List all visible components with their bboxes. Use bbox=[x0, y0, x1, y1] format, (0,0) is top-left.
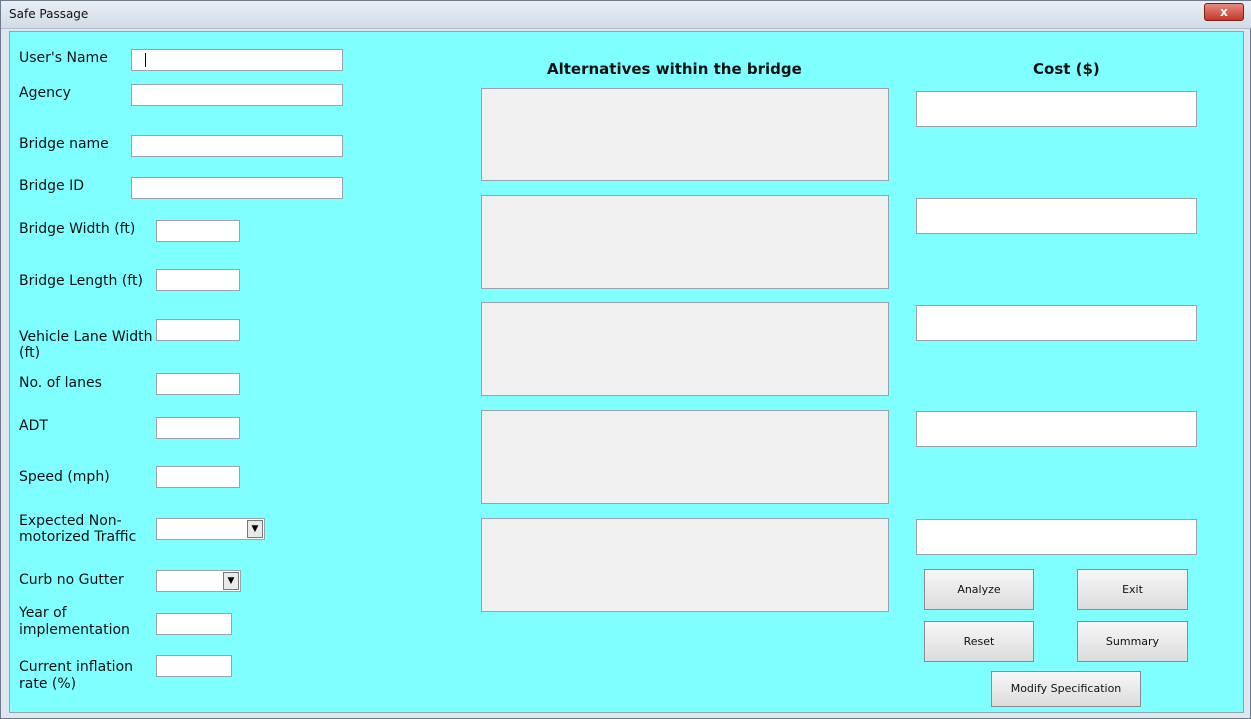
year-label-line2: implementation bbox=[19, 622, 130, 638]
dropdown-arrow-icon[interactable]: ▼ bbox=[247, 520, 263, 538]
safe-passage-window: Safe Passage x User's Name Agency Bridge… bbox=[0, 0, 1251, 719]
bridge-width-input[interactable] bbox=[156, 220, 240, 242]
cost-box-1[interactable] bbox=[916, 91, 1197, 127]
dropdown-arrow-icon[interactable]: ▼ bbox=[223, 572, 239, 590]
cost-heading: Cost ($) bbox=[1033, 60, 1100, 78]
alternative-box-1 bbox=[481, 88, 889, 181]
title-bar: Safe Passage x bbox=[1, 1, 1251, 29]
window-title: Safe Passage bbox=[9, 7, 89, 21]
modify-specification-button[interactable]: Modify Specification bbox=[991, 671, 1141, 707]
cost-box-4[interactable] bbox=[916, 411, 1197, 447]
cost-box-5[interactable] bbox=[916, 519, 1197, 555]
no-of-lanes-label: No. of lanes bbox=[19, 375, 102, 391]
vehicle-lane-width-label-line2: (ft) bbox=[19, 345, 41, 361]
form-panel: User's Name Agency Bridge name Bridge ID… bbox=[9, 31, 1244, 713]
alternative-box-5 bbox=[481, 518, 889, 612]
speed-input[interactable] bbox=[156, 466, 240, 488]
reset-button[interactable]: Reset bbox=[924, 621, 1034, 662]
summary-button[interactable]: Summary bbox=[1077, 621, 1188, 662]
inflation-input[interactable] bbox=[156, 655, 232, 677]
bridge-name-label: Bridge name bbox=[19, 136, 109, 152]
no-of-lanes-input[interactable] bbox=[156, 373, 240, 395]
alternative-box-4 bbox=[481, 410, 889, 504]
bridge-name-input[interactable] bbox=[131, 135, 343, 157]
alternative-box-2 bbox=[481, 195, 889, 289]
bridge-id-label: Bridge ID bbox=[19, 178, 84, 194]
bridge-length-label: Bridge Length (ft) bbox=[19, 273, 143, 289]
expected-traffic-select[interactable]: ▼ bbox=[156, 518, 265, 540]
users-name-input[interactable] bbox=[131, 49, 343, 71]
expected-traffic-label-line2: motorized Traffic bbox=[19, 529, 137, 545]
speed-label: Speed (mph) bbox=[19, 469, 110, 485]
inflation-label-line1: Current inflation bbox=[19, 659, 134, 675]
alternatives-heading: Alternatives within the bridge bbox=[547, 60, 802, 78]
inflation-label-line2: rate (%) bbox=[19, 676, 77, 692]
adt-input[interactable] bbox=[156, 417, 240, 439]
users-name-label: User's Name bbox=[19, 50, 108, 66]
agency-label: Agency bbox=[19, 85, 71, 101]
close-icon: x bbox=[1220, 5, 1228, 19]
analyze-button[interactable]: Analyze bbox=[924, 569, 1034, 610]
vehicle-lane-width-input[interactable] bbox=[156, 319, 240, 341]
cost-box-3[interactable] bbox=[916, 305, 1197, 341]
exit-button[interactable]: Exit bbox=[1077, 569, 1188, 610]
year-label-line1: Year of bbox=[19, 605, 67, 621]
curb-select[interactable]: ▼ bbox=[156, 570, 241, 592]
expected-traffic-label-line1: Expected Non- bbox=[19, 513, 122, 529]
year-input[interactable] bbox=[156, 613, 232, 635]
bridge-id-input[interactable] bbox=[131, 177, 343, 199]
bridge-width-label: Bridge Width (ft) bbox=[19, 221, 136, 237]
agency-input[interactable] bbox=[131, 84, 343, 106]
close-button[interactable]: x bbox=[1204, 3, 1244, 21]
bridge-length-input[interactable] bbox=[156, 269, 240, 291]
alternative-box-3 bbox=[481, 302, 889, 396]
adt-label: ADT bbox=[19, 418, 48, 434]
curb-label: Curb no Gutter bbox=[19, 572, 124, 588]
vehicle-lane-width-label-line1: Vehicle Lane Width bbox=[19, 329, 153, 345]
cost-box-2[interactable] bbox=[916, 198, 1197, 234]
text-cursor bbox=[145, 53, 146, 67]
